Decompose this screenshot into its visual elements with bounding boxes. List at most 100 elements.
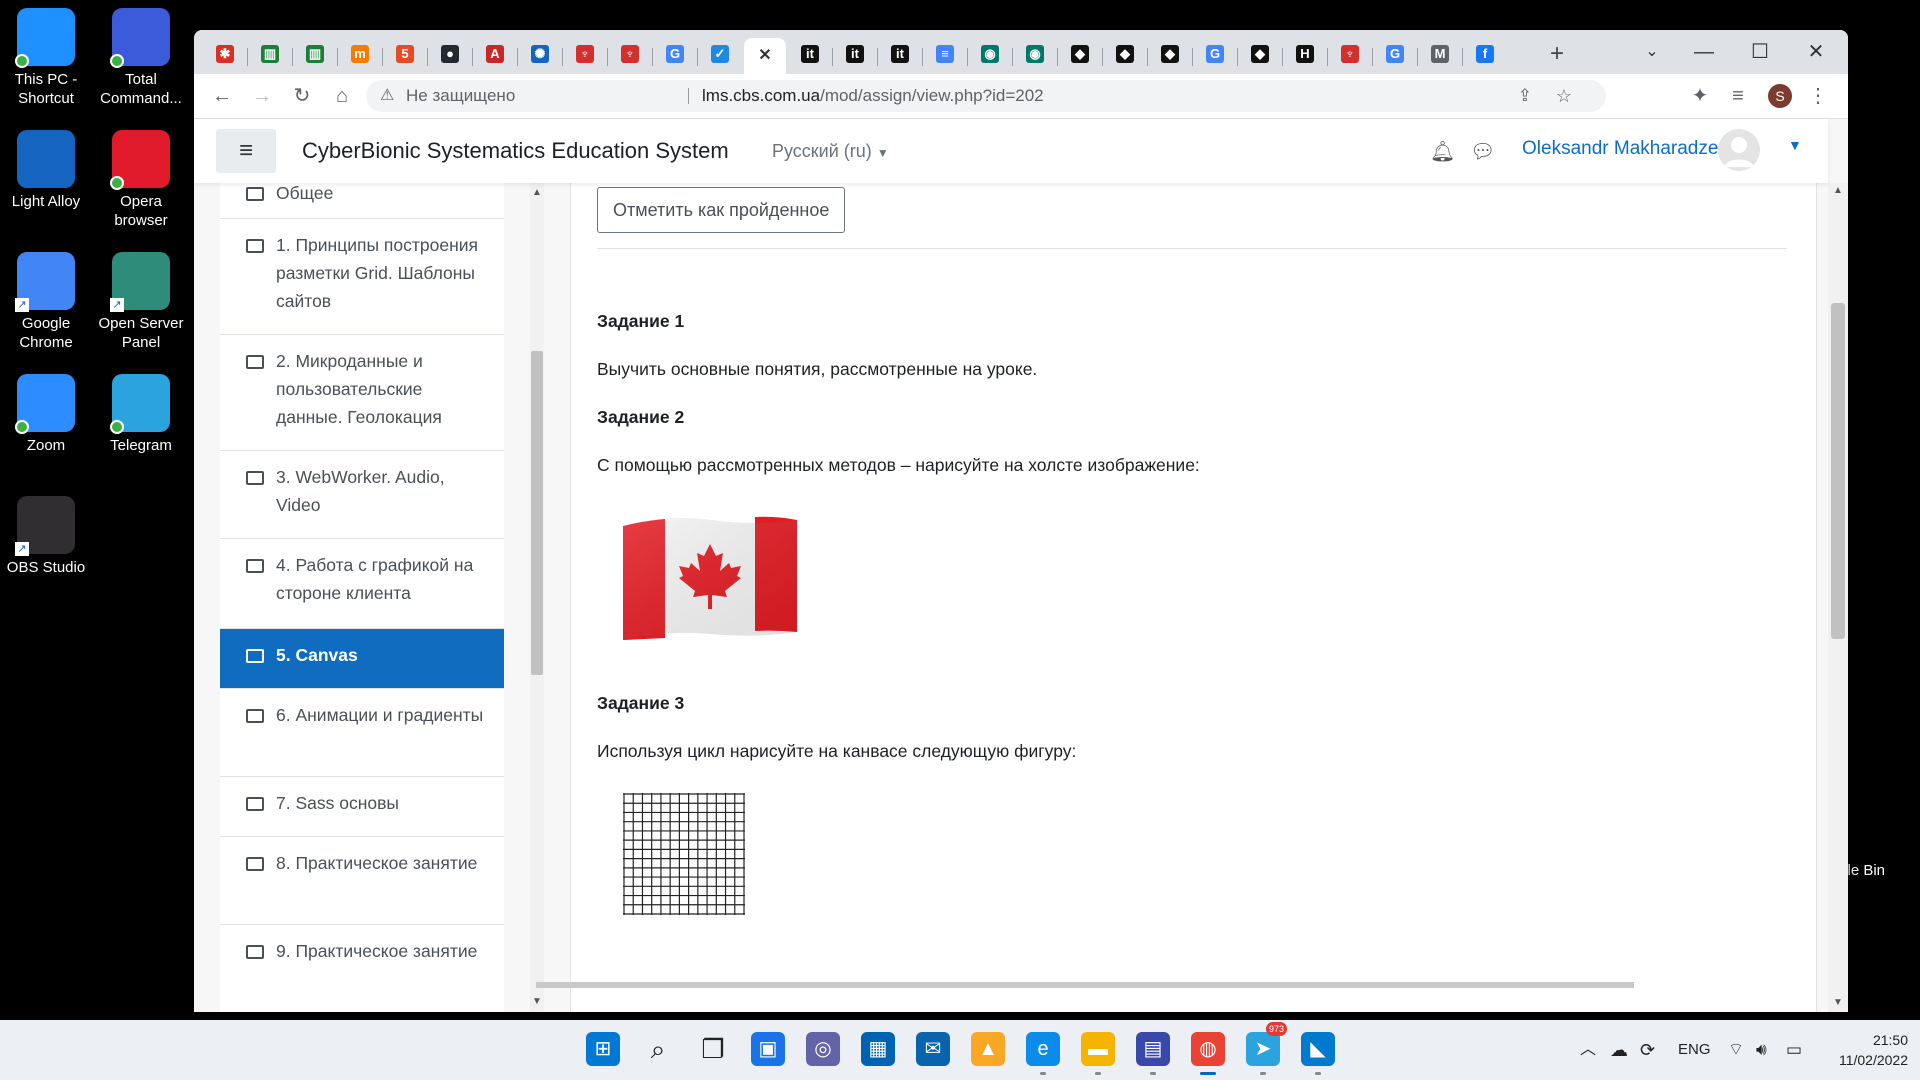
telegram-icon[interactable]: ➤ [1246, 1032, 1280, 1066]
new-tab-button[interactable]: + [1536, 38, 1578, 70]
wifi-icon[interactable]: ⌔ [1728, 1020, 1744, 1080]
page-scroll-up-icon[interactable]: ▲ [1833, 185, 1843, 196]
forward-button[interactable]: → [248, 82, 276, 110]
tab[interactable]: ◉ [969, 38, 1011, 70]
tab[interactable]: ◆ [1059, 38, 1101, 70]
sidebar-scroll-thumb[interactable] [531, 351, 543, 675]
onedrive-cloud-icon[interactable]: ☁ [1610, 1020, 1628, 1080]
messages-icon[interactable]: 💬︎ [1470, 139, 1495, 164]
profile-avatar[interactable]: S [1768, 84, 1792, 108]
tab[interactable]: ● [429, 38, 471, 70]
tab-active[interactable]: ✕ [744, 38, 786, 74]
page-scroll-thumb[interactable] [1831, 303, 1845, 639]
tab[interactable]: A [474, 38, 516, 70]
tab[interactable]: ▥ [294, 38, 336, 70]
desktop-icon-opera-browser[interactable]: Opera browser [95, 130, 187, 230]
desktop-icon-light-alloy[interactable]: Light Alloy [0, 130, 92, 211]
task-view-icon[interactable]: ❐ [696, 1032, 730, 1066]
horizontal-scrollbar[interactable] [536, 982, 1634, 988]
tab[interactable]: ▥ [249, 38, 291, 70]
tab-search-icon[interactable]: ⌄ [1624, 36, 1680, 68]
maximize-button[interactable]: ☐ [1732, 36, 1788, 68]
menu-kebab-icon[interactable]: ⋮ [1804, 82, 1832, 110]
tab[interactable]: ♆ [609, 38, 651, 70]
battery-icon[interactable]: ▭ [1786, 1020, 1802, 1080]
file-explorer-icon[interactable]: ▬ [1081, 1032, 1115, 1066]
windows-start-icon[interactable]: ⊞ [586, 1032, 620, 1066]
sidebar-item[interactable]: 1. Принципы построения разметки Grid. Ша… [220, 219, 504, 335]
volume-icon[interactable]: 🔊︎ [1756, 1020, 1767, 1080]
address-bar[interactable]: ⚠ Не защищено lms.cbs.com.ua/mod/assign/… [366, 80, 1606, 112]
close-window-button[interactable]: ✕ [1788, 36, 1844, 68]
tab[interactable]: G [1194, 38, 1236, 70]
tab[interactable]: ✱ [204, 38, 246, 70]
user-menu-caret-icon[interactable]: ▼ [1788, 137, 1802, 153]
teams-chat-icon[interactable]: ◎ [806, 1032, 840, 1066]
sidebar-item[interactable]: 2. Микроданные и пользовательские данные… [220, 335, 504, 451]
desktop-icon-zoom[interactable]: Zoom [0, 374, 92, 455]
sidebar-item[interactable]: 8. Практическое занятие [220, 837, 504, 925]
desktop-icon-obs-studio[interactable]: ↗ OBS Studio [0, 496, 92, 577]
tab[interactable]: ✓ [699, 38, 741, 70]
tab[interactable]: H [1284, 38, 1326, 70]
tab[interactable]: it [834, 38, 876, 70]
page-scrollbar[interactable]: ▲ ▼ [1828, 183, 1848, 1012]
sidebar-item[interactable]: 9. Практическое занятие [220, 925, 504, 1012]
tab[interactable]: ◆ [1239, 38, 1281, 70]
sidebar-item[interactable]: Общее [220, 183, 504, 219]
close-tab-icon[interactable]: ✕ [756, 47, 774, 65]
share-icon[interactable]: ⇪ [1518, 80, 1532, 112]
desktop-icon-open-server-panel[interactable]: ↗ Open Server Panel [95, 252, 187, 352]
chrome-icon[interactable]: ◍ [1191, 1032, 1225, 1066]
tab[interactable]: ◉ [1014, 38, 1056, 70]
user-name[interactable]: Oleksandr Makharadze [1522, 119, 1718, 179]
tray-chevron-icon[interactable]: ︿ [1580, 1020, 1596, 1080]
search-icon[interactable]: ⌕ [641, 1032, 675, 1066]
extensions-icon[interactable]: ✦ [1686, 82, 1714, 110]
tab[interactable]: it [789, 38, 831, 70]
total-commander-icon[interactable]: ▤ [1136, 1032, 1170, 1066]
sidebar-item[interactable]: 3. WebWorker. Audio, Video [220, 451, 504, 539]
tab[interactable]: ✺ [519, 38, 561, 70]
url-text[interactable]: lms.cbs.com.ua/mod/assign/view.php?id=20… [702, 80, 1044, 112]
tab[interactable]: ◆ [1104, 38, 1146, 70]
tab[interactable]: M [1419, 38, 1461, 70]
sidebar-item[interactable]: 7. Sass основы [220, 777, 504, 837]
tab[interactable]: G [1374, 38, 1416, 70]
tab[interactable]: it [879, 38, 921, 70]
scroll-down-arrow-icon[interactable]: ▼ [532, 996, 542, 1007]
tab[interactable]: ♆ [1329, 38, 1371, 70]
hamburger-menu-icon[interactable]: ≡ [216, 129, 276, 173]
tab[interactable]: f [1464, 38, 1506, 70]
reload-button[interactable]: ↻ [288, 82, 316, 110]
warning-icon[interactable]: ⚠ [380, 80, 394, 112]
language-selector[interactable]: Русский (ru) ▼ [772, 119, 889, 185]
security-label[interactable]: Не защищено [406, 80, 515, 112]
home-button[interactable]: ⌂ [328, 82, 356, 110]
tab[interactable]: G [654, 38, 696, 70]
desktop-icon-telegram[interactable]: Telegram [95, 374, 187, 455]
clock[interactable]: 21:50 11/02/2022 [1828, 1030, 1908, 1070]
mail-icon[interactable]: ✉ [916, 1032, 950, 1066]
back-button[interactable]: ← [208, 82, 236, 110]
vscode-icon[interactable]: ◣ [1301, 1032, 1335, 1066]
star-bookmark-icon[interactable]: ☆ [1556, 80, 1572, 112]
sidebar-scrollbar[interactable]: ▲ ▼ [530, 183, 544, 1012]
sync-icon[interactable]: ⟳ [1640, 1020, 1655, 1080]
page-scroll-down-icon[interactable]: ▼ [1833, 997, 1843, 1008]
desktop-icon-total-commander[interactable]: Total Command... [95, 8, 187, 108]
media-control-icon[interactable]: ≡ [1724, 82, 1752, 110]
tab[interactable]: ◆ [1149, 38, 1191, 70]
tab[interactable]: m [339, 38, 381, 70]
input-language[interactable]: ENG [1678, 1020, 1711, 1080]
mark-done-button[interactable]: Отметить как пройденное [597, 187, 846, 233]
minimize-button[interactable]: — [1676, 36, 1732, 68]
store-icon[interactable]: ▦ [861, 1032, 895, 1066]
site-title[interactable]: CyberBionic Systematics Education System [302, 119, 729, 183]
scroll-up-arrow-icon[interactable]: ▲ [532, 187, 542, 198]
light-alloy-icon[interactable]: ▲ [971, 1032, 1005, 1066]
desktop-icon-this-pc-shortcut[interactable]: This PC - Shortcut [0, 8, 92, 108]
notification-bell-icon[interactable]: 🔔︎ [1430, 139, 1455, 164]
widgets-icon[interactable]: ▣ [751, 1032, 785, 1066]
desktop-icon-google-chrome[interactable]: ↗ Google Chrome [0, 252, 92, 352]
